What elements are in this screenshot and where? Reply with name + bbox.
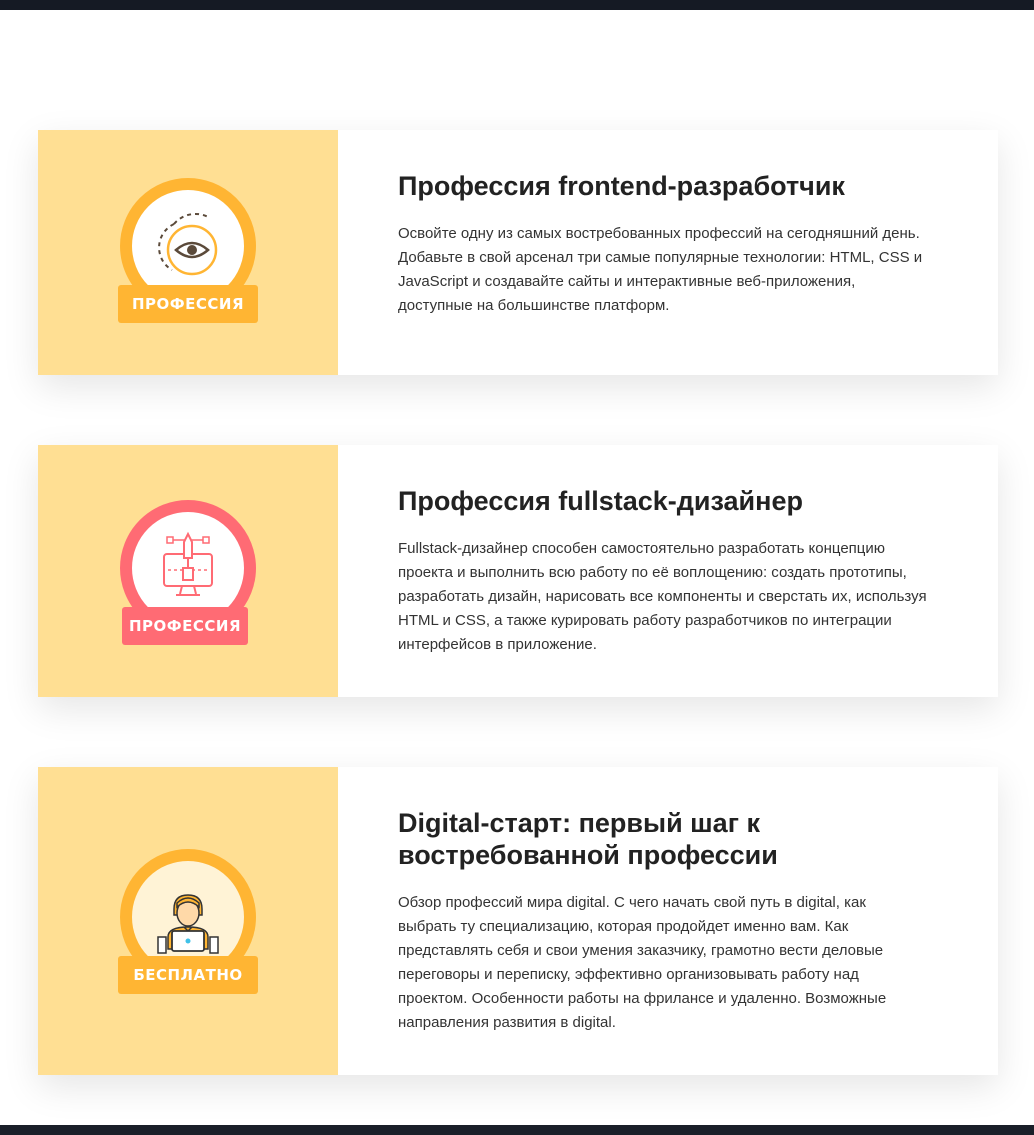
pen-tool-monitor-icon [163,531,213,596]
card-description: Обзор профессий мира digital. С чего нач… [398,894,887,1031]
course-card-frontend[interactable]: ПРОФЕССИЯ Профессия frontend-разработчик… [38,130,998,375]
card-title[interactable]: Профессия fullstack-дизайнер [398,485,938,517]
card-body: Профессия fullstack-дизайнер Fullstack-д… [338,445,998,697]
badge-label: ПРОФЕССИЯ [122,607,248,645]
card-description: Fullstack-дизайнер способен самостоятель… [398,540,927,653]
card-body: Digital-старт: первый шаг к востребованн… [338,767,998,1075]
card-description: Освойте одну из самых востребованных про… [398,225,923,314]
card-media: БЕСПЛАТНО [38,767,338,1075]
card-media: ПРОФЕССИЯ [38,130,338,375]
card-media: ПРОФЕССИЯ [38,445,338,697]
person-laptop-icon [157,894,219,954]
bottom-bar [0,1125,1034,1135]
card-title[interactable]: Digital-старт: первый шаг к востребованн… [398,807,938,871]
card-title[interactable]: Профессия frontend-разработчик [398,170,938,202]
course-card-digital-start[interactable]: БЕСПЛАТНО Digital-старт: первый шаг к во… [38,767,998,1075]
badge-label: БЕСПЛАТНО [118,956,258,994]
top-bar [0,0,1034,10]
course-card-fullstack[interactable]: ПРОФЕССИЯ Профессия fullstack-дизайнер F… [38,445,998,697]
badge-label: ПРОФЕССИЯ [118,285,258,323]
eye-icon [158,212,218,276]
card-body: Профессия frontend-разработчик Освойте о… [338,130,998,375]
